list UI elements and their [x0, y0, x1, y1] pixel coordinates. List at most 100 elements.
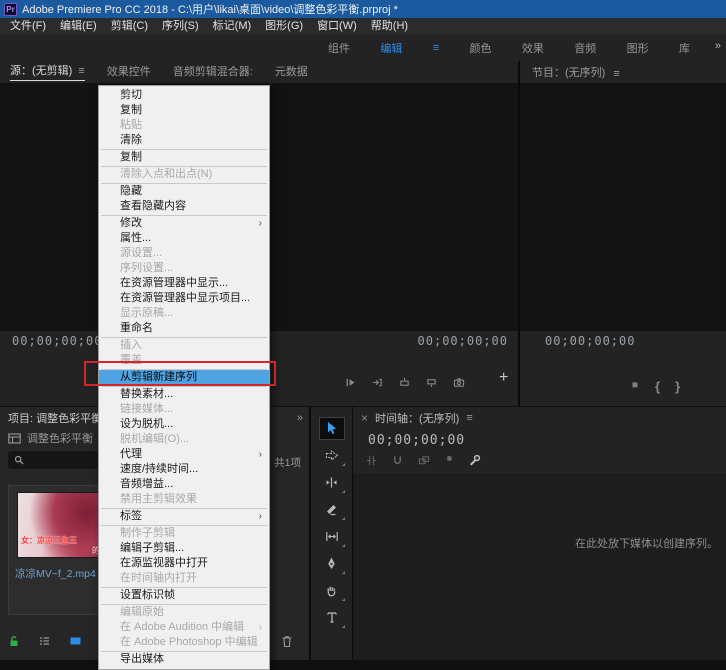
context-menu-item[interactable]: 代理 ›	[99, 447, 269, 462]
slip-tool[interactable]	[319, 525, 345, 548]
context-menu-item[interactable]: 标签 ›	[99, 509, 269, 524]
track-select-forward-tool[interactable]	[319, 444, 345, 467]
menubar-item[interactable]: 序列(S)	[155, 18, 206, 35]
context-menu-item[interactable]: 在 Adobe Photoshop 中编辑	[99, 635, 269, 650]
workspace-tab-组件[interactable]: 组件	[328, 40, 350, 56]
menubar-item[interactable]: 帮助(H)	[364, 18, 415, 35]
context-menu-item[interactable]: 插入	[99, 338, 269, 353]
search-icon	[14, 455, 24, 465]
extract-icon[interactable]	[426, 377, 437, 388]
workspace-overflow-icon[interactable]: »	[715, 40, 721, 52]
panel-tab[interactable]: 元数据	[275, 63, 308, 81]
workspace-tab-音频[interactable]: 音频	[574, 40, 596, 56]
lift-icon[interactable]	[399, 377, 410, 388]
breadcrumb-label[interactable]: 调整色彩平衡	[27, 430, 93, 446]
play-in-icon[interactable]	[345, 377, 356, 388]
context-menu-item[interactable]: 粘贴	[99, 118, 269, 133]
hand-tool[interactable]	[319, 579, 345, 602]
menubar-item[interactable]: 窗口(W)	[310, 18, 364, 35]
menu-item-label: 导出媒体	[120, 653, 164, 665]
clip-thumbnail[interactable]: 女：凉凉三生三 的	[17, 492, 103, 558]
trash-icon[interactable]	[281, 635, 293, 648]
workspace-tab-颜色[interactable]: 颜色	[470, 40, 492, 56]
context-menu-item[interactable]: 隐藏	[99, 184, 269, 199]
snap-icon[interactable]	[366, 455, 377, 466]
project-overflow-icon[interactable]: »	[297, 412, 303, 424]
context-menu-item[interactable]: 清除入点和出点(N)	[99, 167, 269, 182]
context-menu-item[interactable]: 编辑原始	[99, 605, 269, 620]
linked-selection-icon[interactable]	[418, 455, 430, 466]
timeline-track-area[interactable]: 在此处放下媒体以创建序列。	[353, 473, 726, 660]
panel-tab[interactable]: 源：(无剪辑) ≡	[10, 62, 85, 81]
context-menu-item[interactable]: 修改 ›	[99, 216, 269, 231]
mark-in-icon[interactable]: {	[655, 379, 660, 394]
context-menu-item[interactable]: 在 Adobe Audition 中编辑 ›	[99, 620, 269, 635]
context-menu-item[interactable]: 禁用主剪辑效果	[99, 492, 269, 507]
wrench-icon[interactable]	[469, 454, 481, 466]
menu-item-label: 编辑子剪辑...	[120, 542, 185, 554]
ripple-edit-tool[interactable]	[319, 471, 345, 494]
context-menu-item[interactable]: 链接媒体...	[99, 402, 269, 417]
workspace-bar: 组件 编辑 ≡ 颜色 效果 音频 图形 库 »	[0, 35, 726, 61]
export-frame-icon[interactable]	[453, 377, 465, 388]
context-menu-item[interactable]: 在源监视器中打开	[99, 556, 269, 571]
context-menu-item[interactable]: 在资源管理器中显示项目...	[99, 291, 269, 306]
insert-icon[interactable]	[372, 377, 383, 388]
context-menu-item[interactable]: 设为脱机...	[99, 417, 269, 432]
context-menu-item[interactable]: 编辑子剪辑...	[99, 541, 269, 556]
workspace-tab-效果[interactable]: 效果	[522, 40, 544, 56]
button-editor-icon[interactable]: +	[499, 369, 508, 387]
tab-timeline[interactable]: 时间轴：(无序列)	[375, 410, 459, 426]
context-menu-item[interactable]: 查看隐藏内容	[99, 199, 269, 214]
context-menu-item[interactable]: 在资源管理器中显示...	[99, 276, 269, 291]
context-menu-item[interactable]: 在时间轴内打开	[99, 571, 269, 586]
context-menu-item[interactable]: 速度/持续时间...	[99, 462, 269, 477]
menubar-item[interactable]: 剪辑(C)	[104, 18, 155, 35]
tab-program[interactable]: 节目：(无序列)	[532, 64, 605, 80]
context-menu-item[interactable]: 设置标识帧	[99, 588, 269, 603]
close-panel-icon[interactable]: ×	[361, 411, 368, 425]
workspace-tab-编辑[interactable]: 编辑	[380, 40, 402, 56]
panel-menu-icon[interactable]: ≡	[613, 68, 619, 80]
thumbnail-subtitle: 女：凉凉三生三	[21, 536, 77, 545]
program-monitor-panel: 节目：(无序列) ≡ 00;00;00;00 {}	[520, 61, 726, 406]
window-title: Adobe Premiere Pro CC 2018 - C:\用户\likai…	[22, 4, 398, 16]
menubar-item[interactable]: 标记(M)	[206, 18, 259, 35]
context-menu-item[interactable]: 显示原稿...	[99, 306, 269, 321]
selection-tool[interactable]	[318, 417, 345, 440]
context-menu-item[interactable]: 复制	[99, 150, 269, 165]
workspace-tab-图形[interactable]: 图形	[627, 40, 649, 56]
mark-out-icon[interactable]: }	[675, 379, 680, 394]
marker-icon[interactable]	[630, 381, 640, 392]
context-menu-item[interactable]: 复制	[99, 103, 269, 118]
panel-menu-icon[interactable]: ≡	[466, 412, 472, 424]
menubar-item[interactable]: 文件(F)	[3, 18, 53, 35]
icon-view-icon[interactable]	[69, 635, 82, 647]
tab-project[interactable]: 项目: 调整色彩平衡	[8, 410, 102, 426]
marker-small-icon[interactable]	[445, 455, 454, 465]
context-menu-item[interactable]: 重命名	[99, 321, 269, 336]
context-menu-item[interactable]: 序列设置...	[99, 261, 269, 276]
context-menu-item[interactable]: 清除	[99, 133, 269, 148]
context-menu-item[interactable]: 替换素材...	[99, 387, 269, 402]
panel-tab[interactable]: 音频剪辑混合器:	[173, 63, 253, 81]
context-menu-item[interactable]: 音频增益...	[99, 477, 269, 492]
context-menu-item[interactable]: 脱机编辑(O)...	[99, 432, 269, 447]
panel-tab[interactable]: 效果控件	[107, 63, 151, 81]
menubar-item[interactable]: 编辑(E)	[53, 18, 104, 35]
context-menu-item[interactable]: 属性...	[99, 231, 269, 246]
magnet-icon[interactable]	[392, 455, 403, 466]
context-menu-item[interactable]: 源设置...	[99, 246, 269, 261]
menubar-item[interactable]: 图形(G)	[258, 18, 310, 35]
clip-filename[interactable]: 凉凉MV~f_2.mp4	[15, 566, 96, 581]
pen-tool[interactable]	[319, 552, 345, 575]
context-menu-item[interactable]: 剪切	[99, 88, 269, 103]
razor-tool[interactable]	[319, 498, 345, 521]
list-view-icon[interactable]	[38, 635, 51, 647]
workspace-menu-icon[interactable]: ≡	[433, 42, 439, 54]
context-menu-item[interactable]: 制作子剪辑	[99, 526, 269, 541]
type-tool[interactable]	[319, 606, 345, 629]
panel-menu-icon[interactable]: ≡	[78, 65, 84, 77]
project-writable-icon[interactable]	[8, 635, 20, 647]
workspace-tab-库[interactable]: 库	[679, 40, 690, 56]
